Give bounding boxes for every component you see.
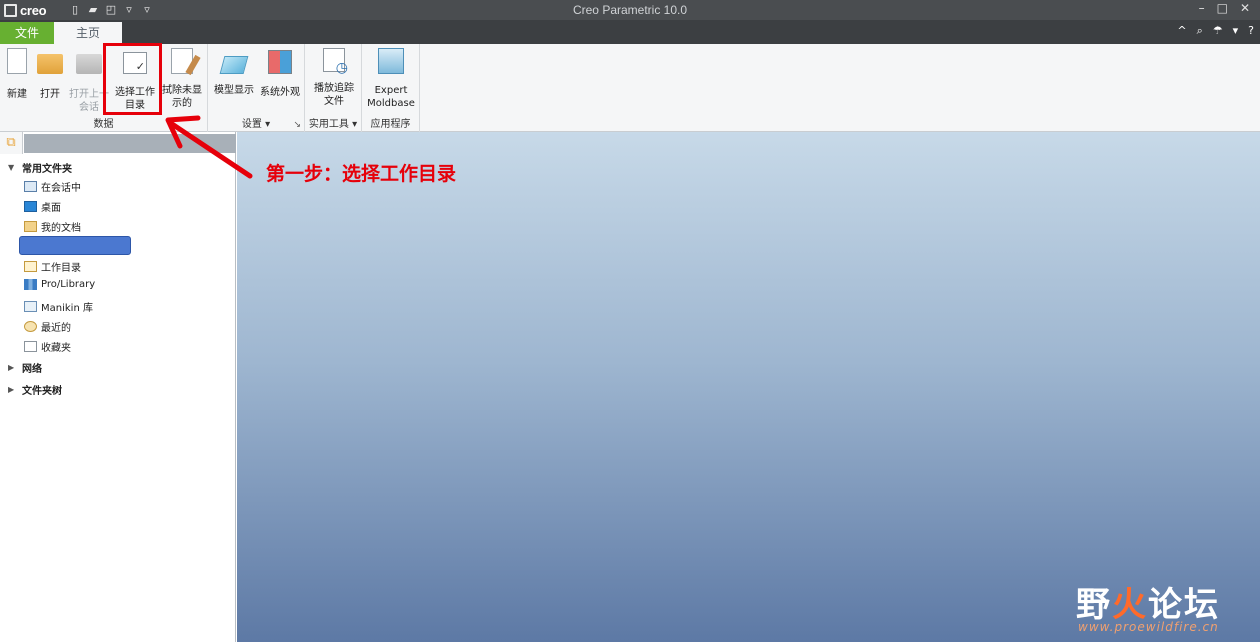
ribbon-group-utilities-label[interactable]: 实用工具 ▾	[305, 115, 361, 130]
model-display-label: 模型显示	[214, 85, 254, 96]
new-button[interactable]: 新建	[4, 48, 30, 101]
play-trail-file-label-2: 文件	[324, 96, 344, 107]
close-button[interactable]: ✕	[1240, 1, 1250, 15]
nav-item-favorites[interactable]: 收藏夹	[24, 339, 71, 354]
window-controls: – □ ✕	[1199, 1, 1250, 15]
folder-tree-section[interactable]: ▶ 文件夹树	[8, 382, 62, 397]
nav-item-label: Manikin 库	[41, 303, 93, 314]
tab-file[interactable]: 文件	[0, 22, 54, 44]
system-appearance-button[interactable]: 系统外观	[258, 48, 302, 99]
tab-home[interactable]: 主页	[54, 22, 122, 44]
chevron-down-icon[interactable]: ▾	[1233, 24, 1239, 38]
nav-item-in-session[interactable]: 在会话中	[24, 179, 81, 194]
nav-item-label: 桌面	[41, 203, 61, 214]
network-label: 网络	[22, 364, 42, 375]
network-section[interactable]: ▶ 网络	[8, 360, 42, 375]
working-directory-icon	[24, 261, 37, 272]
minimize-button[interactable]: –	[1199, 1, 1205, 15]
open-button-label: 打开	[40, 89, 60, 100]
search-icon[interactable]: ⌕	[1197, 24, 1203, 38]
graphics-area[interactable]	[237, 132, 1260, 642]
watermark-url: www.proewildfire.cn	[1078, 620, 1219, 634]
nav-item-selected[interactable]	[19, 236, 131, 255]
play-trail-file-button[interactable]: 播放追踪 文件	[309, 48, 359, 108]
annotation-arrow	[165, 115, 253, 179]
common-folders-section[interactable]: ▼ 常用文件夹	[8, 160, 72, 175]
expert-moldbase-icon	[378, 48, 404, 74]
nav-item-recent[interactable]: 最近的	[24, 319, 71, 334]
system-appearance-icon	[268, 50, 292, 74]
manikin-library-icon	[24, 301, 37, 312]
play-trail-file-label-1: 播放追踪	[314, 83, 354, 94]
library-icon	[24, 279, 37, 290]
ribbon-group-applications: Expert Moldbase 应用程序	[362, 44, 420, 132]
collapsed-triangle-icon: ▶	[8, 385, 15, 394]
learning-icon[interactable]: ☂	[1213, 24, 1223, 38]
recent-icon	[24, 321, 37, 332]
nav-item-manikin-library[interactable]: Manikin 库	[24, 299, 93, 314]
new-button-label: 新建	[7, 89, 27, 100]
maximize-button[interactable]: □	[1217, 1, 1228, 15]
open-folder-icon	[37, 54, 63, 74]
system-appearance-label: 系统外观	[260, 87, 300, 98]
nav-item-label: 收藏夹	[41, 343, 71, 354]
app-title: Creo Parametric 10.0	[572, 3, 688, 17]
in-session-icon	[24, 181, 37, 192]
nav-item-pro-library[interactable]: Pro/Library	[24, 279, 95, 290]
favorites-icon	[24, 341, 37, 352]
annotation-arrow-shaft	[169, 121, 253, 179]
nav-item-label: 工作目录	[41, 263, 81, 274]
ribbon-tab-row: 文件 主页 ^ ⌕ ☂ ▾ ?	[0, 20, 1260, 44]
watermark-title-part2: 论坛	[1148, 585, 1220, 625]
erase-icon	[171, 48, 193, 74]
folder-navigator: ⧉ ▼ 常用文件夹 在会话中 桌面 我的文档 工作目录 Pro/Library …	[0, 132, 236, 642]
watermark-title-part1: 野	[1076, 585, 1112, 625]
open-last-session-icon	[76, 54, 102, 74]
model-display-icon	[219, 56, 249, 74]
collapse-ribbon-icon[interactable]: ^	[1177, 24, 1186, 38]
settings-dialog-launcher-icon[interactable]: ↘	[293, 120, 301, 130]
ribbon-group-applications-label: 应用程序	[370, 119, 411, 130]
nav-item-desktop[interactable]: 桌面	[24, 199, 61, 214]
desktop-icon	[24, 201, 37, 212]
play-trail-file-icon	[323, 48, 348, 75]
expert-moldbase-label-1: Expert	[374, 85, 408, 96]
open-button[interactable]: 打开	[34, 48, 66, 101]
watermark-title: 野火论坛	[1076, 577, 1220, 626]
watermark-flame-char: 火	[1112, 585, 1148, 625]
my-documents-icon	[24, 221, 37, 232]
expanded-triangle-icon: ▼	[8, 163, 15, 172]
erase-not-displayed-label-1: 拭除未显	[162, 85, 202, 96]
nav-item-label: 我的文档	[41, 223, 81, 234]
nav-item-working-directory[interactable]: 工作目录	[24, 259, 81, 274]
folder-tree-label: 文件夹树	[22, 386, 62, 397]
nav-item-label: 在会话中	[41, 183, 81, 194]
nav-item-my-documents[interactable]: 我的文档	[24, 219, 81, 234]
folder-browser-tab-icon[interactable]: ⧉	[0, 132, 23, 154]
nav-item-label: Pro/Library	[41, 279, 96, 290]
help-icon[interactable]: ?	[1248, 24, 1254, 38]
ribbon-group-utilities: 播放追踪 文件 实用工具 ▾	[305, 44, 362, 132]
new-file-icon	[7, 48, 27, 74]
collapsed-triangle-icon: ▶	[8, 363, 15, 372]
expert-moldbase-label-2: Moldbase	[367, 98, 415, 109]
ribbon-right-controls: ^ ⌕ ☂ ▾ ?	[1177, 24, 1254, 38]
annotation-text: 第一步：选择工作目录	[266, 163, 457, 185]
expert-moldbase-button[interactable]: Expert Moldbase	[364, 48, 418, 110]
nav-item-label: 最近的	[41, 323, 71, 334]
model-display-button[interactable]: 模型显示	[212, 48, 256, 97]
common-folders-label: 常用文件夹	[22, 164, 72, 175]
title-bar: creo ▯ ▰ ◰ ▿ ▿ Creo Parametric 10.0 – □ …	[0, 0, 1260, 20]
